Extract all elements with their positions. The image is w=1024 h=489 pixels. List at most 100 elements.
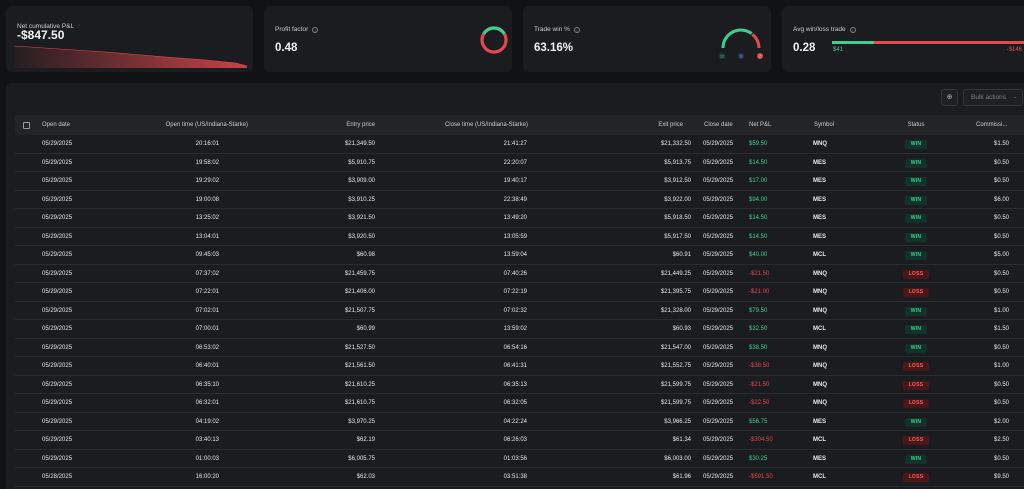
cell-commission: $0.50 [993, 159, 1009, 166]
cell-open-time: 13:04:01 [195, 233, 219, 240]
cell-open-date: 05/29/2025 [42, 363, 73, 369]
cell-status: WIN [895, 450, 937, 468]
cell-close-time: 03:51:38 [503, 474, 527, 480]
select-all-checkbox[interactable] [23, 122, 30, 129]
col-open-date[interactable]: Open date [42, 115, 70, 135]
cell-open-date: 05/29/2025 [42, 381, 73, 388]
col-entry-price[interactable]: Entry price [315, 115, 375, 135]
col-status[interactable]: Status [895, 115, 937, 135]
cell-close-time: 06:54:16 [503, 344, 527, 351]
cell-close-date: 05/29/2025 [703, 178, 734, 184]
col-exit-price[interactable]: Exit price [625, 115, 683, 135]
info-icon[interactable]: i [312, 27, 319, 33]
status-badge: WIN [904, 195, 928, 205]
col-net-pnl[interactable]: Net P&L [749, 115, 771, 135]
cell-open-date: 05/29/2025 [42, 418, 73, 425]
table-row[interactable]: 05/29/2025 19:58:02 $5,910.75 22:20:07 $5,91… [15, 154, 1024, 172]
table-row[interactable]: 05/29/2025 19:00:08 $3,910.25 22:38:49 $3,92… [15, 191, 1024, 209]
cell-open-date: 05/29/2025 [42, 455, 73, 462]
cell-open-time: 19:58:02 [195, 159, 219, 166]
cell-exit-price: $5,918.50 [664, 215, 691, 221]
bulk-actions-button[interactable]: Bulk actions ⌄ [963, 89, 1023, 106]
cell-close-time: 13:59:04 [503, 252, 527, 258]
cell-symbol: MCL [813, 474, 826, 480]
table-row[interactable]: 05/29/2025 07:22:01 $21,406.00 07:22:19 $21,… [15, 283, 1024, 302]
cell-net-pnl: $38.50 [749, 344, 768, 351]
column-settings-button[interactable]: ⊕ [941, 89, 958, 106]
table-row[interactable]: 05/28/2025 16:00:20 $62.03 03:51:38 $61.96 05… [15, 468, 1024, 487]
col-close-time[interactable]: Close time (US/Indiana-Starke) [415, 115, 528, 135]
cell-open-date: 05/29/2025 [42, 215, 73, 221]
cell-open-date: 05/29/2025 [42, 307, 73, 314]
cell-commission: $5.00 [993, 252, 1009, 258]
cell-close-time: 07:22:19 [503, 289, 527, 295]
table-row[interactable]: 05/29/2025 13:25:02 $3,921.50 13:49:20 $5,91… [15, 209, 1024, 228]
cell-close-time: 22:20:07 [503, 159, 527, 166]
trade-win-label: Trade win % [534, 26, 570, 33]
cell-commission: $1.50 [993, 141, 1009, 147]
info-icon[interactable]: i [849, 27, 856, 33]
cell-net-pnl: $14.50 [749, 233, 768, 240]
table-row[interactable]: 05/29/2025 09:45:03 $60.98 13:59:04 $60.91 05… [15, 246, 1024, 265]
table-row[interactable]: 05/29/2025 06:32:01 $21,610.75 06:32:05 $21,… [15, 394, 1024, 413]
table-row[interactable]: 05/29/2025 07:37:02 $21,459.75 07:40:26 $21,… [15, 265, 1024, 283]
cell-close-date: 05/29/2025 [703, 233, 734, 240]
cell-close-date: 05/29/2025 [703, 363, 734, 369]
status-badge: LOSS [902, 473, 930, 482]
profit-factor-card: Profit factor i 0.48 [264, 6, 512, 72]
cell-open-date: 05/29/2025 [42, 326, 73, 332]
table-row[interactable]: 05/29/2025 13:04:01 $3,920.50 13:05:59 $5,91… [15, 228, 1024, 246]
status-badge: WIN [904, 158, 928, 168]
cell-close-time: 19:40:17 [503, 178, 527, 184]
cell-open-time: 06:53:02 [195, 344, 219, 351]
table-row[interactable]: 05/29/2025 04:19:02 $3,970.25 04:22:24 $3,96… [15, 413, 1024, 431]
cell-open-time: 01:00:03 [195, 455, 219, 462]
col-open-time[interactable]: Open time (US/Indiana-Starke) [135, 115, 248, 135]
cell-net-pnl: $14.50 [749, 215, 768, 221]
cell-open-time: 06:35:10 [195, 381, 219, 388]
cell-net-pnl: -$591.50 [749, 474, 773, 480]
cell-commission: $1.00 [993, 307, 1009, 314]
cell-open-date: 05/28/2025 [42, 474, 73, 480]
status-badge: LOSS [902, 399, 930, 408]
table-row[interactable]: 05/29/2025 07:02:01 $21,507.75 07:02:32 $21,… [15, 302, 1024, 320]
cell-close-time: 13:49:20 [503, 215, 527, 221]
net-pnl-card: Net cumulative P&L ⁱ -$847.50 [6, 6, 253, 72]
gauge-loss-count: 7 [759, 55, 761, 59]
cell-entry-price: $62.19 [356, 437, 375, 443]
table-row[interactable]: 05/29/2025 03:40:13 $62.19 06:26:03 $61.34 05… [15, 431, 1024, 450]
cell-close-time: 04:22:24 [503, 418, 527, 425]
cell-open-time: 07:02:01 [195, 307, 219, 314]
cell-open-date: 05/29/2025 [42, 159, 73, 166]
cell-exit-price: $21,552.75 [660, 363, 691, 369]
cell-symbol: MNQ [813, 289, 827, 295]
table-row[interactable]: 05/29/2025 06:35:10 $21,610.25 06:35:13 $21,… [15, 376, 1024, 394]
table-row[interactable]: 05/29/2025 20:16:01 $21,349.50 21:41:27 $21,… [15, 135, 1024, 154]
cell-open-date: 05/29/2025 [42, 252, 73, 258]
info-icon[interactable]: i [573, 27, 580, 33]
table-row[interactable]: 05/29/2025 19:29:02 $3,909.00 19:40:17 $3,91… [15, 172, 1024, 191]
cell-status: WIN [895, 320, 937, 338]
cell-exit-price: $61.96 [672, 474, 691, 480]
cell-net-pnl: $32.50 [749, 326, 768, 332]
profit-factor-label: Profit factor [275, 26, 309, 33]
cell-close-time: 06:26:03 [503, 437, 527, 443]
table-row[interactable]: 05/29/2025 06:40:01 $21,561.50 06:41:31 $21,… [15, 357, 1024, 376]
avg-loss-bar [874, 41, 1024, 44]
cell-open-date: 05/29/2025 [42, 233, 73, 240]
table-row[interactable]: 05/29/2025 07:00:01 $60.99 13:59:02 $60.93 05… [15, 320, 1024, 339]
cell-status: LOSS [895, 265, 937, 283]
cell-status: WIN [895, 135, 937, 153]
cell-net-pnl: -$21.00 [749, 289, 770, 295]
cell-open-time: 07:00:01 [195, 326, 219, 332]
cell-open-date: 05/29/2025 [42, 270, 73, 277]
col-symbol[interactable]: Symbol [814, 115, 834, 135]
col-commission[interactable]: Commissi... [976, 115, 1007, 135]
cell-status: LOSS [895, 431, 937, 449]
table-row[interactable]: 05/29/2025 01:00:03 $6,005.75 01:03:56 $6,00… [15, 450, 1024, 468]
status-badge: LOSS [902, 436, 930, 445]
cell-entry-price: $21,349.50 [344, 141, 375, 147]
table-row[interactable]: 05/29/2025 06:53:02 $21,527.50 06:54:16 $21,… [15, 339, 1024, 357]
cell-entry-price: $3,910.25 [348, 196, 375, 203]
col-close-date[interactable]: Close date [704, 115, 733, 135]
